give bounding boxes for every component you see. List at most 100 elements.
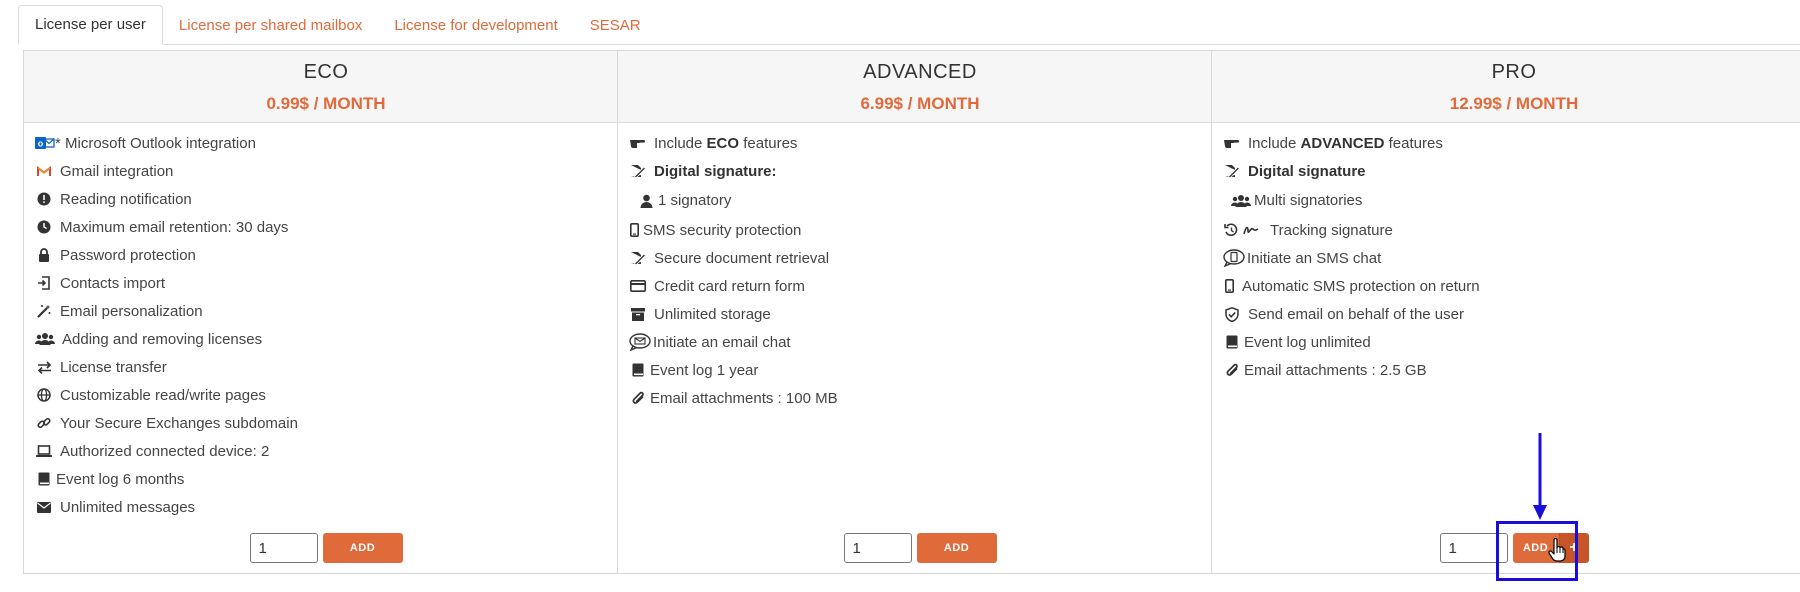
magic-wand-icon <box>35 302 53 320</box>
feature-item: Password protection <box>35 241 628 269</box>
gmail-icon <box>35 162 53 180</box>
feature-item: Customizable read/write pages <box>35 381 628 409</box>
feature-item: Initiate an SMS chat <box>1223 244 1800 272</box>
feature-item: Email personalization <box>35 297 628 325</box>
file-signature-icon <box>629 249 647 267</box>
feature-item: Maximum email retention: 30 days <box>35 213 628 241</box>
feature-item: Event log 1 year <box>629 356 1222 384</box>
quantity-input[interactable] <box>843 533 912 563</box>
tab-license-per-shared-mailbox[interactable]: License per shared mailbox <box>163 7 378 44</box>
tab-license-per-user[interactable]: License per user <box>18 5 163 45</box>
plan-title: ADVANCED <box>863 61 977 83</box>
feature-item: Authorized connected device: 2 <box>35 437 628 465</box>
shield-icon <box>1223 305 1241 323</box>
feature-item: Credit card return form <box>629 272 1222 300</box>
feature-text: Reading notification <box>60 190 192 208</box>
add-license-controls: ADD <box>24 533 628 565</box>
book-icon <box>35 470 53 488</box>
feature-text: License transfer <box>60 358 167 376</box>
feature-item: Event log 6 months <box>35 465 628 493</box>
quantity-input[interactable] <box>1439 533 1508 563</box>
feature-text: Unlimited storage <box>654 305 771 323</box>
feature-item: Send email on behalf of the user <box>1223 300 1800 328</box>
include-prefix: Include <box>654 134 703 152</box>
mobile-icon <box>1223 277 1235 295</box>
plan-card-eco: ECO 0.99$ / MONTH o * Microsoft Outlook … <box>23 50 629 574</box>
include-suffix: features <box>743 134 798 152</box>
quantity-input[interactable] <box>249 533 318 563</box>
mobile-icon <box>629 221 639 239</box>
svg-text:o: o <box>38 139 44 149</box>
feature-item: Initiate an email chat <box>629 328 1222 356</box>
feature-text: Password protection <box>60 246 196 264</box>
archive-icon <box>629 305 647 323</box>
feature-text: Event log 1 year <box>650 361 759 379</box>
feature-text: Automatic SMS protection on return <box>1242 277 1480 295</box>
digital-signature-label: Digital signature: <box>654 162 777 180</box>
feature-item: Email attachments : 100 MB <box>629 384 1222 412</box>
feature-text: Contacts import <box>60 274 166 292</box>
license-tabs: License per user License per shared mail… <box>18 5 1800 45</box>
add-license-controls: ADD + <box>1212 533 1800 565</box>
plan-price: 0.99$ / MONTH <box>266 94 386 113</box>
sms-chat-icon <box>1223 249 1245 267</box>
feature-text: Maximum email retention: 30 days <box>60 218 289 236</box>
feature-item: Multi signatories <box>1223 185 1800 216</box>
feature-text: Initiate an SMS chat <box>1247 249 1382 267</box>
include-plan-name: ADVANCED <box>1300 134 1385 152</box>
feature-text: Event log unlimited <box>1244 333 1371 351</box>
plan-header: ADVANCED 6.99$ / MONTH <box>618 51 1222 123</box>
feature-list: o * Microsoft Outlook integration Gmail … <box>24 123 628 521</box>
feature-item: Automatic SMS protection on return <box>1223 272 1800 300</box>
exchange-icon <box>35 358 53 376</box>
feature-item: Gmail integration <box>35 157 628 185</box>
add-license-controls: ADD <box>618 533 1222 565</box>
feature-text: Secure document retrieval <box>654 249 830 267</box>
pointing-hand-icon <box>1223 134 1241 152</box>
plan-price: 6.99$ / MONTH <box>860 94 980 113</box>
plan-price: 12.99$ / MONTH <box>1449 94 1579 113</box>
add-button[interactable]: ADD <box>322 533 403 563</box>
feature-text: Include ECO features <box>654 135 797 152</box>
user-icon <box>637 192 655 210</box>
plan-card-advanced: ADVANCED 6.99$ / MONTH Include ECO featu… <box>617 50 1223 574</box>
tab-license-for-development[interactable]: License for development <box>378 7 573 44</box>
laptop-icon <box>35 442 53 460</box>
feature-item: Include ADVANCED features <box>1223 129 1800 157</box>
digital-signature-label: Digital signature <box>1248 162 1366 180</box>
plan-header: PRO 12.99$ / MONTH <box>1212 51 1800 123</box>
plus-button[interactable]: + <box>1558 533 1589 563</box>
add-button[interactable]: ADD <box>916 533 997 563</box>
feature-item: Email attachments : 2.5 GB <box>1223 356 1800 384</box>
feature-item: SMS security protection <box>629 216 1222 244</box>
feature-text: Unlimited messages <box>60 498 196 516</box>
feature-text: Authorized connected device: 2 <box>60 442 270 460</box>
feature-text: Customizable read/write pages <box>60 386 266 404</box>
tab-sesar[interactable]: SESAR <box>574 7 657 44</box>
feature-text: Tracking signature <box>1270 221 1393 239</box>
feature-item: Secure document retrieval <box>629 244 1222 272</box>
feature-item: License transfer <box>35 353 628 381</box>
feature-item: Tracking signature <box>1223 216 1800 244</box>
feature-item: Digital signature <box>1223 157 1800 185</box>
feature-item: Include ECO features <box>629 129 1222 157</box>
add-button[interactable]: ADD <box>1512 533 1559 563</box>
plan-card-pro: PRO 12.99$ / MONTH Include ADVANCED feat… <box>1211 50 1800 574</box>
feature-list: Include ECO features Digital signature: … <box>618 123 1222 412</box>
lock-icon <box>35 246 53 264</box>
pointing-hand-icon <box>629 134 647 152</box>
feature-item: Your Secure Exchanges subdomain <box>35 409 628 437</box>
feature-text: SMS security protection <box>643 221 802 239</box>
tracking-signature-icon <box>1223 221 1263 239</box>
feature-item: Contacts import <box>35 269 628 297</box>
feature-text: 1 signatory <box>658 192 732 209</box>
globe-icon <box>35 386 53 404</box>
file-signature-icon <box>1223 162 1241 180</box>
feature-item: Reading notification <box>35 185 628 213</box>
include-prefix: Include <box>1248 134 1297 152</box>
file-signature-icon <box>629 162 647 180</box>
paperclip-icon <box>629 389 647 407</box>
feature-text: * Microsoft Outlook integration <box>55 134 256 152</box>
envelope-icon <box>35 498 53 516</box>
feature-item: 1 signatory <box>629 185 1222 216</box>
